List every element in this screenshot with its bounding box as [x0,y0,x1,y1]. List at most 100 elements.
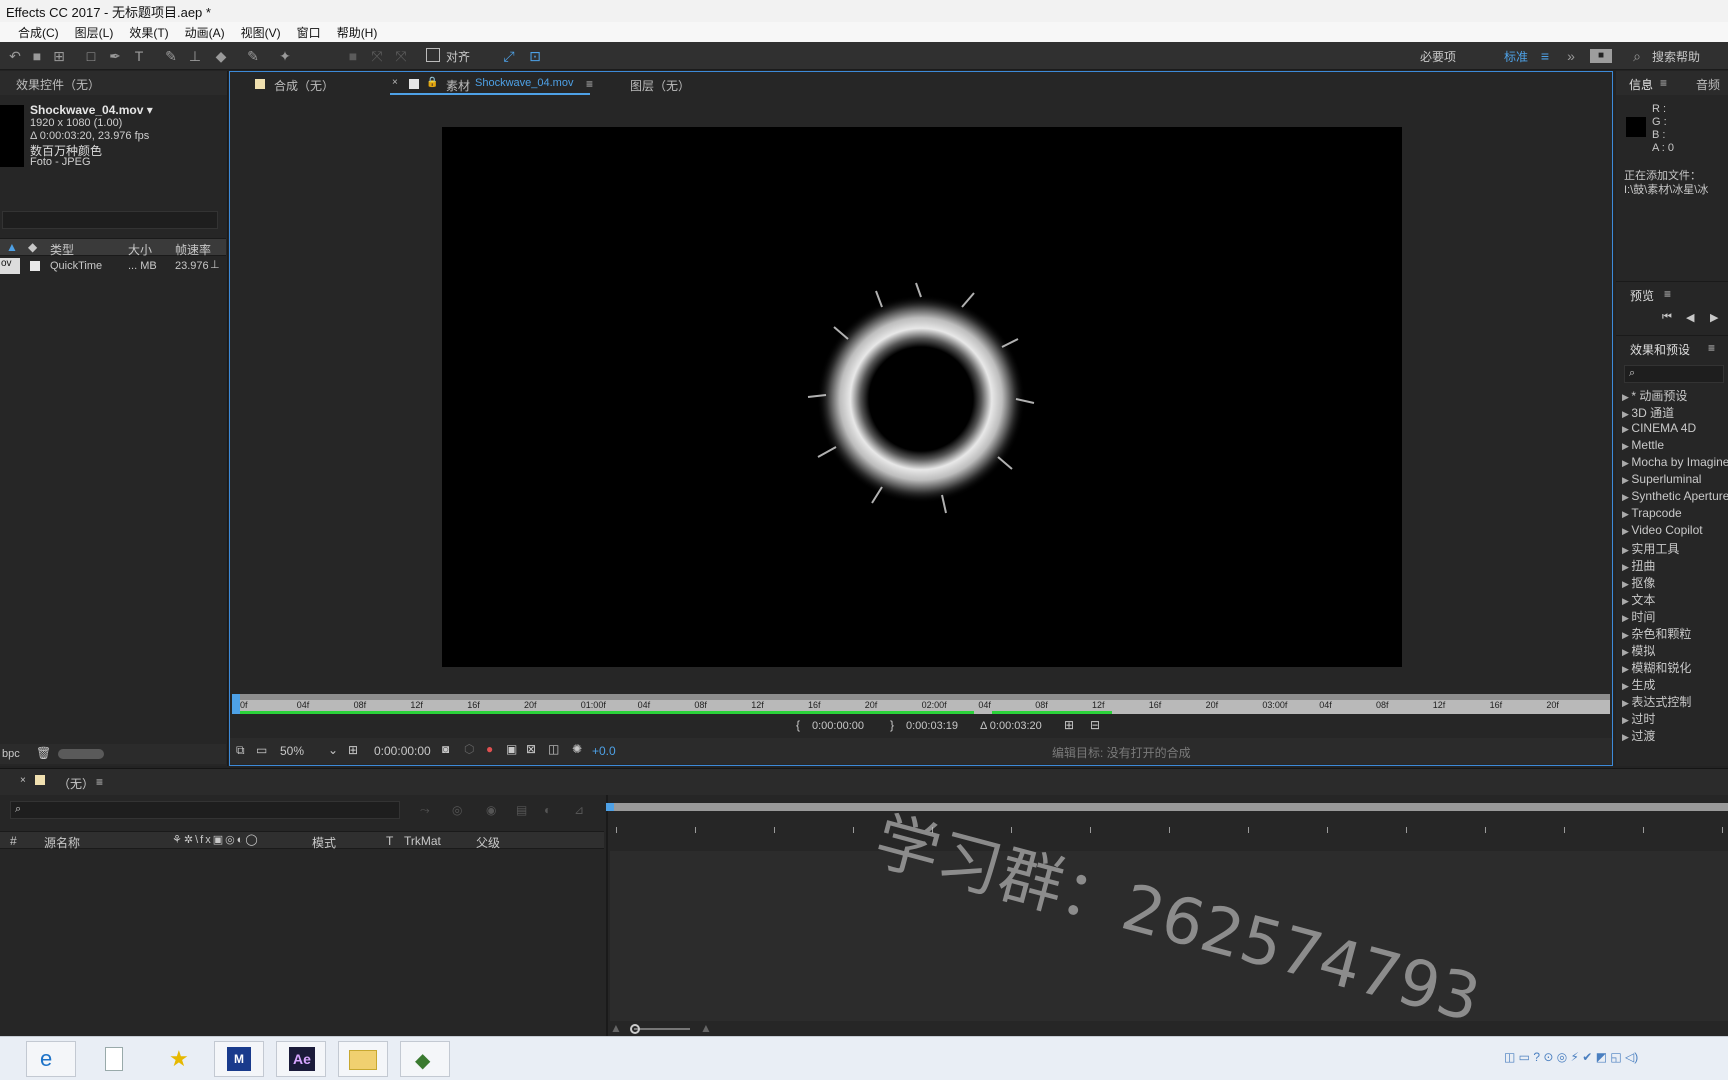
tray-icons[interactable]: ◫ ▭ ? ⊙ ◎ ⚡ ✔ ◩ ◱ ◁) [1504,1050,1638,1064]
effects-category[interactable]: 模拟 [1622,642,1655,659]
tab-menu-icon[interactable]: ≡ [586,77,593,91]
sort-up-icon[interactable]: ▲ [6,240,18,254]
eraser-tool-icon[interactable]: ◆ [212,47,230,65]
zoom-slider[interactable]: ▲ ▲ [610,1021,720,1035]
column-parent[interactable]: 父级 [476,834,500,851]
snap-icon[interactable]: ⤢ [500,47,518,65]
column-t[interactable]: T [386,834,393,848]
effects-category[interactable]: Mocha by Imagineer [1622,455,1728,469]
menu-animation[interactable]: 动画(A) [179,24,235,41]
puppet-pin-tool-icon[interactable]: ✦ [276,47,294,65]
channels-icon[interactable]: ● [486,742,493,756]
monitor-icon[interactable]: ▭ [256,743,267,757]
previous-frame-icon[interactable]: ◀ [1686,311,1694,324]
zoom-select[interactable]: 50% [280,744,304,758]
snap-options-icon[interactable]: ⊡ [526,47,544,65]
chevron-down-icon[interactable]: ▾ [147,103,153,117]
effects-category[interactable]: 杂色和颗粒 [1622,625,1691,642]
switches-icons[interactable]: ⚘✲\fx▣◎◐◯ [172,833,260,846]
effects-category[interactable]: 扭曲 [1622,557,1655,574]
menu-help[interactable]: 帮助(H) [331,24,388,41]
overlay-edit-icon[interactable]: ⊟ [1090,718,1100,732]
fit-icon[interactable]: ⊞ [348,743,358,757]
rotate-tool-icon[interactable]: ↶ [6,47,24,65]
preview-menu-icon[interactable]: ≡ [1664,287,1671,301]
text-tool-icon[interactable]: T [130,47,148,65]
time-navigator[interactable] [610,803,1728,811]
menu-window[interactable]: 窗口 [291,24,331,41]
pen-tool-icon[interactable]: ✒ [106,47,124,65]
tab-menu-icon[interactable]: ≡ [1660,76,1667,90]
trash-icon[interactable]: 🗑 [36,746,51,760]
align-checkbox[interactable] [426,48,440,62]
effects-category[interactable]: * 动画预设 [1622,387,1687,404]
clone-stamp-tool-icon[interactable]: ⊥ [186,47,204,65]
effects-category[interactable]: 生成 [1622,676,1655,693]
effects-category[interactable]: 过时 [1622,710,1655,727]
footage-name[interactable]: Shockwave_04.mov ▾ [30,103,153,117]
menu-layer[interactable]: 图层(L) [69,24,124,41]
column-source-name[interactable]: 源名称 [44,834,80,851]
effects-category[interactable]: Trapcode [1622,506,1681,520]
effects-category[interactable]: Video Copilot [1622,523,1702,537]
ripple-insert-icon[interactable]: ⊞ [1064,718,1074,732]
column-type[interactable]: 类型 [50,241,74,258]
effects-category[interactable]: Mettle [1622,438,1664,452]
workspace-menu-icon[interactable]: ≡ [1536,47,1554,65]
effects-presets-title[interactable]: 效果和预设 [1630,341,1690,358]
transparency-grid-icon[interactable]: ⊠ [526,742,536,756]
zoom-in-icon[interactable]: ▲ [700,1021,712,1035]
tab-info[interactable]: 信息 [1629,76,1653,93]
after-effects-icon[interactable]: Ae [276,1041,326,1077]
guides-icon[interactable]: ◫ [548,742,559,756]
app-icon[interactable]: ◆ [400,1041,450,1077]
folder-icon[interactable] [338,1041,388,1077]
in-point[interactable]: 0:00:00:00 [812,720,864,732]
pan-behind-tool-icon[interactable]: ⊞ [50,47,68,65]
search-help[interactable]: 搜索帮助 [1652,48,1700,65]
tab-audio[interactable]: 音频 [1696,76,1720,93]
out-point[interactable]: 0:00:03:19 [906,720,958,732]
exposure-value[interactable]: +0.0 [592,744,616,758]
draft-3d-icon[interactable]: ◎ [452,803,462,817]
effects-category[interactable]: 文本 [1622,591,1655,608]
effects-category[interactable]: 实用工具 [1622,540,1679,557]
sticky-icon[interactable]: ★ [154,1041,204,1077]
effects-category[interactable]: 抠像 [1622,574,1655,591]
column-trkmat[interactable]: TrkMat [404,834,441,848]
thumbnail-slider[interactable] [58,749,104,759]
view-axis-icon[interactable]: ⤧ [392,47,410,65]
close-icon[interactable]: × [20,775,26,786]
tab-menu-icon[interactable]: ≡ [96,775,103,789]
show-snapshot-icon[interactable]: ⬡ [464,742,474,756]
bpc-toggle[interactable]: bpc [2,748,20,760]
navigator-start-handle[interactable] [606,803,614,811]
sync-settings-icon[interactable]: ■ [1590,49,1612,63]
viewer-canvas[interactable] [442,127,1402,667]
set-in-icon[interactable]: { [796,718,800,732]
motion-blur-icon[interactable]: ◐ [544,803,551,817]
effects-category[interactable]: 过渡 [1622,727,1655,744]
current-time[interactable]: 0:00:00:00 [374,744,431,758]
region-of-interest-icon[interactable]: ▣ [506,742,517,756]
brush-tool-icon[interactable]: ✎ [162,47,180,65]
effects-category[interactable]: 模糊和锐化 [1622,659,1691,676]
tab-footage[interactable]: Shockwave_04.mov [475,77,573,89]
lock-icon[interactable]: 🔒 [426,77,438,88]
search-icon[interactable]: ⌕ [1628,47,1646,65]
effects-category[interactable]: 时间 [1622,608,1655,625]
current-time-indicator[interactable] [232,694,240,714]
rectangle-tool-icon[interactable]: □ [82,47,100,65]
menu-effect[interactable]: 效果(T) [123,24,178,41]
project-item-row[interactable]: ov QuickTime ... MB 23.976 ⊥ [0,258,226,274]
work-area-bar[interactable] [234,711,974,714]
exposure-icon[interactable]: ✺ [572,742,582,756]
project-search-input[interactable] [2,211,218,229]
tab-timeline[interactable]: （无） [58,775,94,792]
column-size[interactable]: 大小 [128,241,152,258]
time-ruler[interactable]: 0f 04f 08f 12f 16f 20f 01:00f 04f 08f 12f 16f 20f 02… [232,694,1610,714]
workspace-standard[interactable]: 标准 [1504,48,1528,65]
column-mode[interactable]: 模式 [312,834,336,851]
graph-editor-icon[interactable]: ⊿ [574,803,584,817]
column-fps[interactable]: 帧速率 [175,241,211,258]
